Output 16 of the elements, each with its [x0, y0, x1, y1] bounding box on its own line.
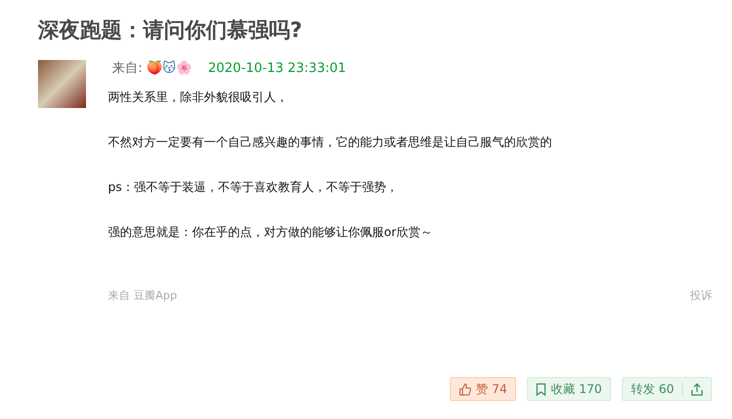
- from-label: 来自:: [112, 60, 142, 78]
- bookmark-icon: [536, 382, 546, 396]
- post-paragraph: 两性关系里，除非外貌很吸引人，: [108, 90, 289, 105]
- post-paragraph: ps：强不等于装逼，不等于喜欢教育人，不等于强势，: [108, 180, 399, 195]
- post-time: 2020-10-13 23:33:01: [208, 60, 346, 78]
- avatar-photo-placeholder: [38, 60, 86, 108]
- source-label: 来自 豆瓣App: [108, 288, 177, 303]
- author-link[interactable]: 🍑😽🌸: [146, 60, 192, 78]
- post-title: 深夜跑题：请问你们慕强吗?: [38, 17, 304, 44]
- thumbs-up-icon: [459, 382, 472, 396]
- share-icon: [691, 382, 703, 396]
- report-link[interactable]: 投诉: [690, 288, 712, 303]
- like-button[interactable]: 赞 74: [450, 377, 516, 401]
- post-paragraph: 不然对方一定要有一个自己感兴趣的事情，它的能力或者思维是让自己服气的欣赏的: [108, 135, 552, 150]
- collect-button[interactable]: 收藏 170: [527, 377, 611, 401]
- post-paragraph: 强的意思就是：你在乎的点，对方做的能够让你佩服or欣赏～: [108, 225, 434, 240]
